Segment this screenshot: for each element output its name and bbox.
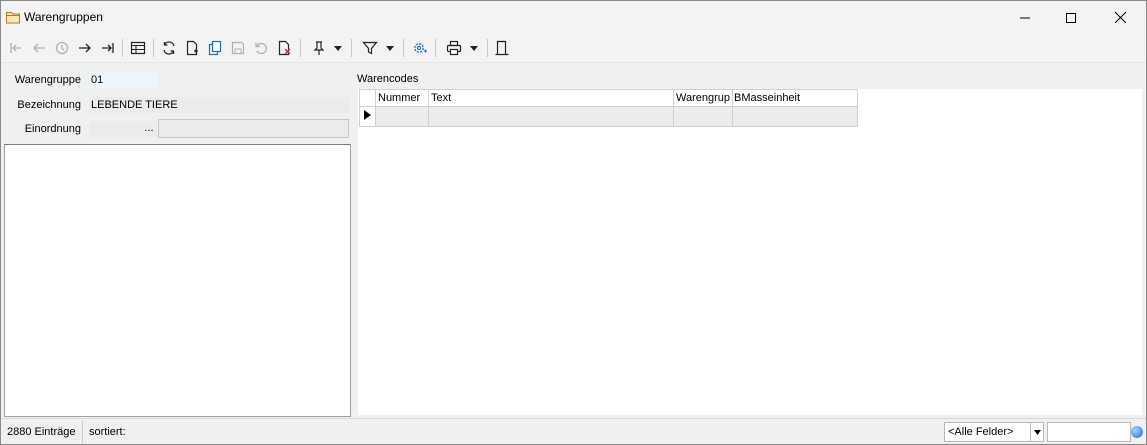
cell-text[interactable] (428, 106, 674, 127)
app-folder-icon (5, 9, 21, 25)
next-record-icon[interactable] (74, 37, 96, 59)
einordnung-code-field[interactable] (89, 121, 141, 137)
print-dropdown-icon[interactable] (467, 37, 481, 59)
column-header-nummer[interactable]: Nummer (375, 89, 429, 107)
row-indicator (359, 106, 376, 127)
cell-nummer[interactable] (375, 106, 429, 127)
last-record-icon[interactable] (97, 37, 119, 59)
warencodes-panel: Nummer Text Warengrup BMasseinheit (358, 89, 1142, 415)
field-selector-value: <Alle Felder> (948, 426, 1014, 438)
sort-status: sortiert: (89, 426, 126, 438)
search-input[interactable] (1047, 422, 1131, 442)
pin-icon[interactable] (308, 37, 330, 59)
maximize-button[interactable] (1048, 1, 1094, 34)
exit-icon[interactable] (491, 37, 513, 59)
status-bar: 2880 Einträge sortiert: <Alle Felder> (1, 418, 1146, 444)
cell-bmasseinheit[interactable] (732, 106, 859, 127)
warencodes-title: Warencodes (357, 73, 419, 85)
column-header-warengruppe[interactable]: Warengrup (672, 89, 734, 107)
print-icon[interactable] (443, 37, 465, 59)
table-row[interactable] (359, 106, 859, 127)
warengruppe-field[interactable]: 01 (89, 72, 157, 88)
app-window: Warengruppen Warengruppe 01 Bezeichnung … (0, 0, 1147, 445)
einordnung-label: Einordnung (24, 123, 81, 135)
einordnung-lookup-button[interactable]: ... (141, 121, 157, 137)
record-count: 2880 Einträge (7, 426, 76, 438)
warengruppe-label: Warengruppe (14, 74, 81, 86)
undo-icon[interactable] (250, 37, 272, 59)
minimize-button[interactable] (1002, 1, 1048, 34)
filter-icon[interactable] (359, 37, 381, 59)
toolbar (1, 34, 1146, 63)
column-header-text[interactable]: Text (428, 89, 674, 107)
current-row-arrow-icon (364, 110, 371, 120)
chevron-down-icon (1033, 429, 1041, 435)
delete-icon[interactable] (273, 37, 295, 59)
grid-corner-header (359, 89, 376, 107)
previous-record-icon[interactable] (28, 37, 50, 59)
left-tree-panel[interactable] (4, 144, 351, 417)
bezeichnung-field[interactable]: LEBENDE TIERE (89, 97, 349, 113)
einordnung-text-field[interactable] (158, 119, 349, 138)
cell-warengruppe[interactable] (672, 106, 734, 127)
save-icon[interactable] (227, 37, 249, 59)
table-view-icon[interactable] (127, 37, 149, 59)
column-header-bmasseinheit[interactable]: BMasseinheit (732, 89, 859, 107)
window-title: Warengruppen (24, 10, 103, 24)
bezeichnung-label: Bezeichnung (17, 99, 81, 111)
title-bar: Warengruppen (1, 1, 1146, 34)
field-selector-dropdown-button[interactable] (1030, 422, 1044, 442)
new-document-icon[interactable] (181, 37, 203, 59)
first-record-icon[interactable] (5, 37, 27, 59)
field-selector[interactable]: <Alle Felder> (944, 422, 1031, 442)
refresh-icon[interactable] (158, 37, 180, 59)
copy-icon[interactable] (204, 37, 226, 59)
pin-dropdown-icon[interactable] (331, 37, 345, 59)
settings-icon[interactable] (409, 37, 431, 59)
search-globe-icon[interactable] (1131, 426, 1143, 438)
close-button[interactable] (1097, 1, 1143, 34)
filter-dropdown-icon[interactable] (383, 37, 397, 59)
history-icon[interactable] (51, 37, 73, 59)
warencodes-grid[interactable]: Nummer Text Warengrup BMasseinheit (359, 89, 859, 127)
